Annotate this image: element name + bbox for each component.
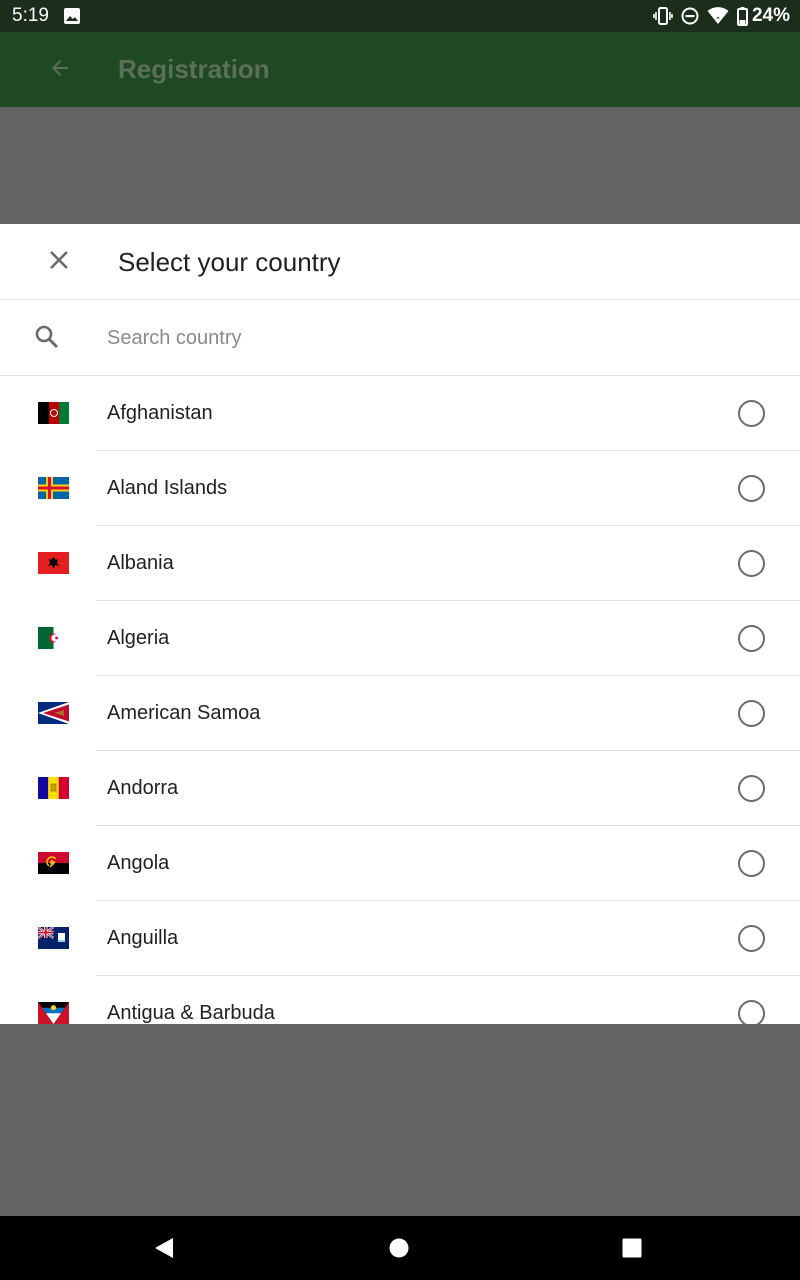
country-row-afghanistan[interactable]: Afghanistan	[0, 376, 800, 451]
country-row-american-samoa[interactable]: American Samoa	[0, 676, 800, 751]
country-radio[interactable]	[738, 550, 765, 577]
wifi-icon	[699, 7, 729, 25]
search-icon	[34, 324, 60, 355]
country-radio[interactable]	[738, 1000, 765, 1024]
antigua-barbuda-flag-icon	[38, 1002, 69, 1024]
dialog-title: Select your country	[118, 247, 341, 277]
arrow-back-icon	[48, 56, 72, 85]
country-name: Albania	[107, 552, 174, 574]
search-bar	[0, 300, 800, 376]
country-list: Afghanistan Aland Islands Albania Algeri…	[0, 376, 800, 1024]
country-name: Aland Islands	[107, 477, 228, 499]
country-row-algeria[interactable]: Algeria	[0, 601, 800, 676]
country-row-anguilla[interactable]: Anguilla	[0, 901, 800, 976]
country-name: American Samoa	[107, 702, 261, 724]
country-name: Andorra	[107, 777, 179, 799]
country-name: Angola	[107, 852, 170, 874]
country-radio[interactable]	[738, 475, 765, 502]
status-bar: 5:19 24%	[0, 0, 800, 32]
close-button[interactable]	[37, 240, 81, 284]
american-samoa-flag-icon	[38, 702, 69, 724]
scrim[interactable]	[0, 107, 800, 224]
nav-home-icon[interactable]	[389, 1238, 409, 1263]
country-picker-dialog: Select your country Afghanistan Aland Is…	[0, 224, 800, 1024]
close-icon	[48, 249, 70, 276]
country-row-angola[interactable]: Angola	[0, 826, 800, 901]
country-radio[interactable]	[738, 700, 765, 727]
country-row-andorra[interactable]: Andorra	[0, 751, 800, 826]
search-input[interactable]	[107, 318, 707, 358]
image-icon	[64, 8, 80, 29]
do-not-disturb-icon	[673, 7, 699, 25]
country-row-albania[interactable]: Albania	[0, 526, 800, 601]
country-name: Anguilla	[107, 927, 179, 949]
country-radio[interactable]	[738, 400, 765, 427]
algeria-flag-icon	[38, 627, 69, 649]
country-row-antigua-barbuda[interactable]: Antigua & Barbuda	[0, 976, 800, 1024]
country-name: Afghanistan	[107, 402, 213, 424]
anguilla-flag-icon	[38, 927, 69, 949]
vibrate-icon	[645, 7, 673, 25]
angola-flag-icon	[38, 852, 69, 874]
system-nav-bar	[0, 1216, 800, 1280]
status-time: 5:19	[12, 5, 49, 26]
country-name: Antigua & Barbuda	[107, 1002, 275, 1024]
andorra-flag-icon	[38, 777, 69, 799]
page-title: Registration	[118, 54, 270, 84]
country-name: Algeria	[107, 627, 170, 649]
nav-back-icon[interactable]	[152, 1236, 176, 1265]
battery-icon	[729, 6, 748, 26]
status-icons: 24%	[645, 5, 790, 27]
nav-recents-icon[interactable]	[622, 1238, 642, 1263]
dialog-header: Select your country	[0, 224, 800, 300]
back-button[interactable]	[38, 48, 82, 92]
country-radio[interactable]	[738, 625, 765, 652]
app-bar: Registration	[0, 32, 800, 107]
afghanistan-flag-icon	[38, 402, 69, 424]
country-radio[interactable]	[738, 850, 765, 877]
country-radio[interactable]	[738, 775, 765, 802]
battery-percentage: 24%	[751, 5, 790, 26]
aland-islands-flag-icon	[38, 477, 69, 499]
scrim[interactable]	[0, 1024, 800, 1216]
albania-flag-icon	[38, 552, 69, 574]
country-row-aland-islands[interactable]: Aland Islands	[0, 451, 800, 526]
country-radio[interactable]	[738, 925, 765, 952]
